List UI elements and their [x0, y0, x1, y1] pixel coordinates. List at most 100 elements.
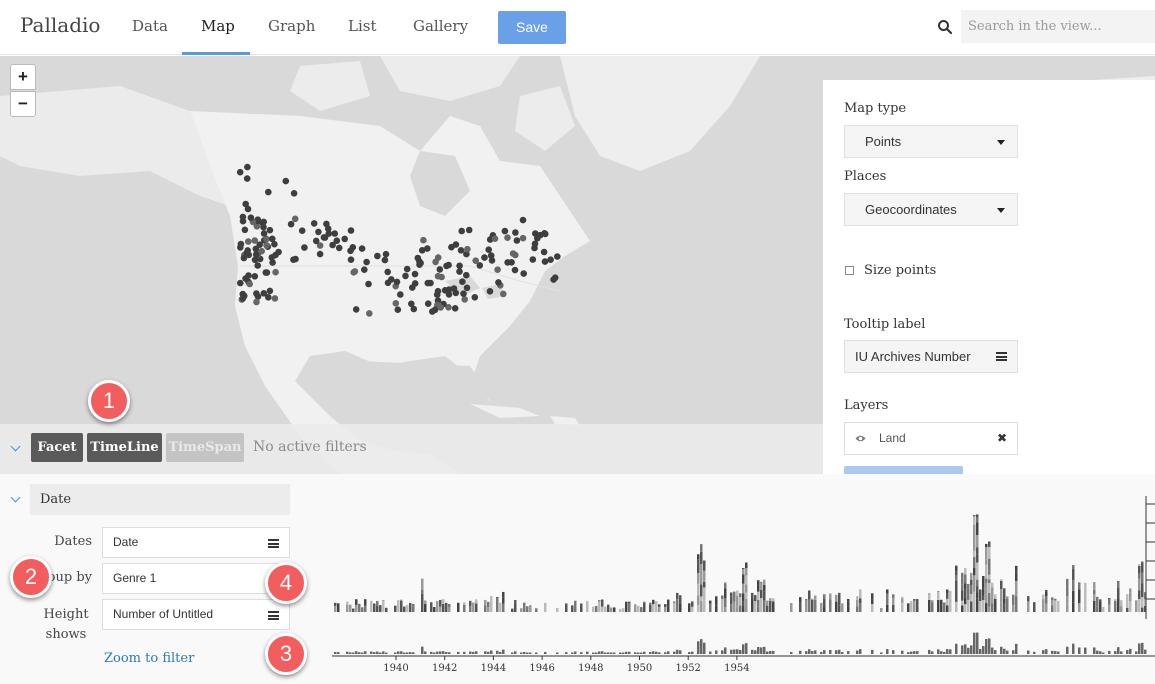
facet-button[interactable]: Facet: [31, 433, 83, 462]
histogram-bar: [673, 607, 676, 612]
map-point: [237, 244, 244, 251]
histogram-bar: [949, 604, 952, 612]
zoom-out-button[interactable]: −: [10, 91, 36, 117]
histogram-bar: [892, 594, 895, 598]
histogram-bar: [838, 594, 841, 606]
histogram-bar: [667, 606, 670, 612]
size-points-checkbox[interactable]: [845, 266, 854, 275]
histogram-bar: [760, 598, 763, 608]
histogram-bar: [1084, 594, 1087, 606]
nav-tab-graph[interactable]: Graph: [268, 17, 315, 35]
histogram-bar: [445, 606, 448, 612]
overview-bar: [739, 649, 742, 654]
histogram-bar: [799, 602, 802, 612]
timeline-button[interactable]: TimeLine: [87, 433, 162, 462]
search-icon[interactable]: [937, 19, 953, 35]
histogram-bar: [463, 604, 466, 612]
histogram-bar: [697, 583, 700, 596]
overview-bar: [976, 632, 979, 654]
nav-tab-gallery[interactable]: Gallery: [413, 17, 468, 35]
x-tick-label: 1946: [529, 663, 554, 674]
map-point: [259, 219, 266, 227]
overview-bar: [622, 652, 625, 654]
histogram-bar: [745, 584, 748, 593]
overview-bar: [910, 651, 913, 654]
histogram-bar: [859, 603, 862, 612]
overview-bar: [940, 651, 943, 654]
histogram-bar: [535, 608, 538, 612]
overview-bar: [628, 651, 631, 654]
eye-icon[interactable]: [855, 434, 866, 443]
histogram-bar: [1015, 588, 1018, 597]
overview-bar: [709, 651, 712, 654]
histogram-bar: [988, 583, 991, 593]
histogram-bar: [523, 602, 526, 612]
overview-bar: [436, 651, 439, 654]
histogram-bar: [379, 605, 382, 612]
map-point: [508, 259, 515, 266]
histogram-bar: [1078, 582, 1081, 585]
histogram-bar: [496, 598, 499, 612]
histogram-bar: [736, 590, 739, 596]
histogram-bar: [1114, 599, 1117, 601]
histogram-bar: [988, 558, 991, 571]
overview-bar: [337, 652, 340, 654]
histogram-bar: [988, 606, 991, 612]
histogram-bar: [529, 605, 532, 612]
histogram-bar: [892, 605, 895, 612]
histogram-bar: [1054, 598, 1057, 601]
map-point: [465, 226, 473, 234]
chevron-down-icon[interactable]: [10, 441, 21, 452]
map-point: [504, 234, 511, 241]
histogram-bar: [1138, 564, 1141, 567]
search-input[interactable]: [961, 10, 1155, 43]
nav-tab-data[interactable]: Data: [132, 17, 168, 35]
map-point: [451, 305, 459, 312]
timeline-histogram[interactable]: 1940 1942 1944 1946 1948 1950 1952 1954: [0, 474, 1155, 684]
histogram-bar: [544, 602, 547, 612]
nav-tab-list[interactable]: List: [348, 17, 376, 35]
map-point: [301, 244, 308, 251]
overview-bar: [457, 651, 460, 654]
histogram-bar: [871, 593, 874, 600]
overview-bar: [667, 651, 670, 654]
nav-tab-map[interactable]: Map: [201, 17, 235, 35]
layer-item-land[interactable]: Land ✖: [844, 422, 1018, 455]
histogram-bar: [949, 590, 952, 597]
places-select[interactable]: Geocoordinates: [844, 193, 1018, 226]
histogram-bar: [355, 599, 358, 605]
map-point: [315, 228, 322, 236]
map-point: [458, 227, 466, 235]
histogram-bar: [955, 571, 958, 576]
overview-bar: [703, 642, 706, 654]
map-point: [532, 230, 539, 237]
map-point: [265, 188, 272, 196]
overview-bar: [463, 651, 466, 654]
overview-bar: [751, 649, 754, 654]
histogram-bar: [358, 603, 361, 612]
overview-bar: [1042, 650, 1045, 654]
overview-bar: [535, 652, 538, 654]
histogram-bar: [739, 593, 742, 598]
zoom-in-button[interactable]: +: [10, 64, 36, 90]
histogram-bar: [916, 599, 919, 612]
overview-bar: [361, 652, 364, 654]
map-point: [541, 258, 549, 265]
histogram-bar: [346, 601, 349, 606]
histogram-bar: [724, 598, 727, 608]
map-point: [272, 268, 279, 276]
histogram-bar: [811, 598, 814, 600]
close-icon[interactable]: ✖: [997, 423, 1007, 454]
overview-bar: [385, 652, 388, 654]
map-type-value: Points: [865, 134, 902, 149]
app-brand[interactable]: Palladio: [20, 13, 100, 37]
save-button[interactable]: Save: [498, 11, 566, 44]
histogram-bar: [1066, 596, 1069, 605]
timespan-button[interactable]: TimeSpan: [166, 433, 244, 462]
histogram-bar: [511, 608, 514, 612]
map-type-select[interactable]: Points: [844, 125, 1018, 158]
tooltip-select[interactable]: IU Archives Number: [844, 340, 1018, 373]
histogram-bar: [394, 605, 397, 612]
histogram-bar: [973, 524, 976, 537]
overview-bar: [382, 651, 385, 654]
